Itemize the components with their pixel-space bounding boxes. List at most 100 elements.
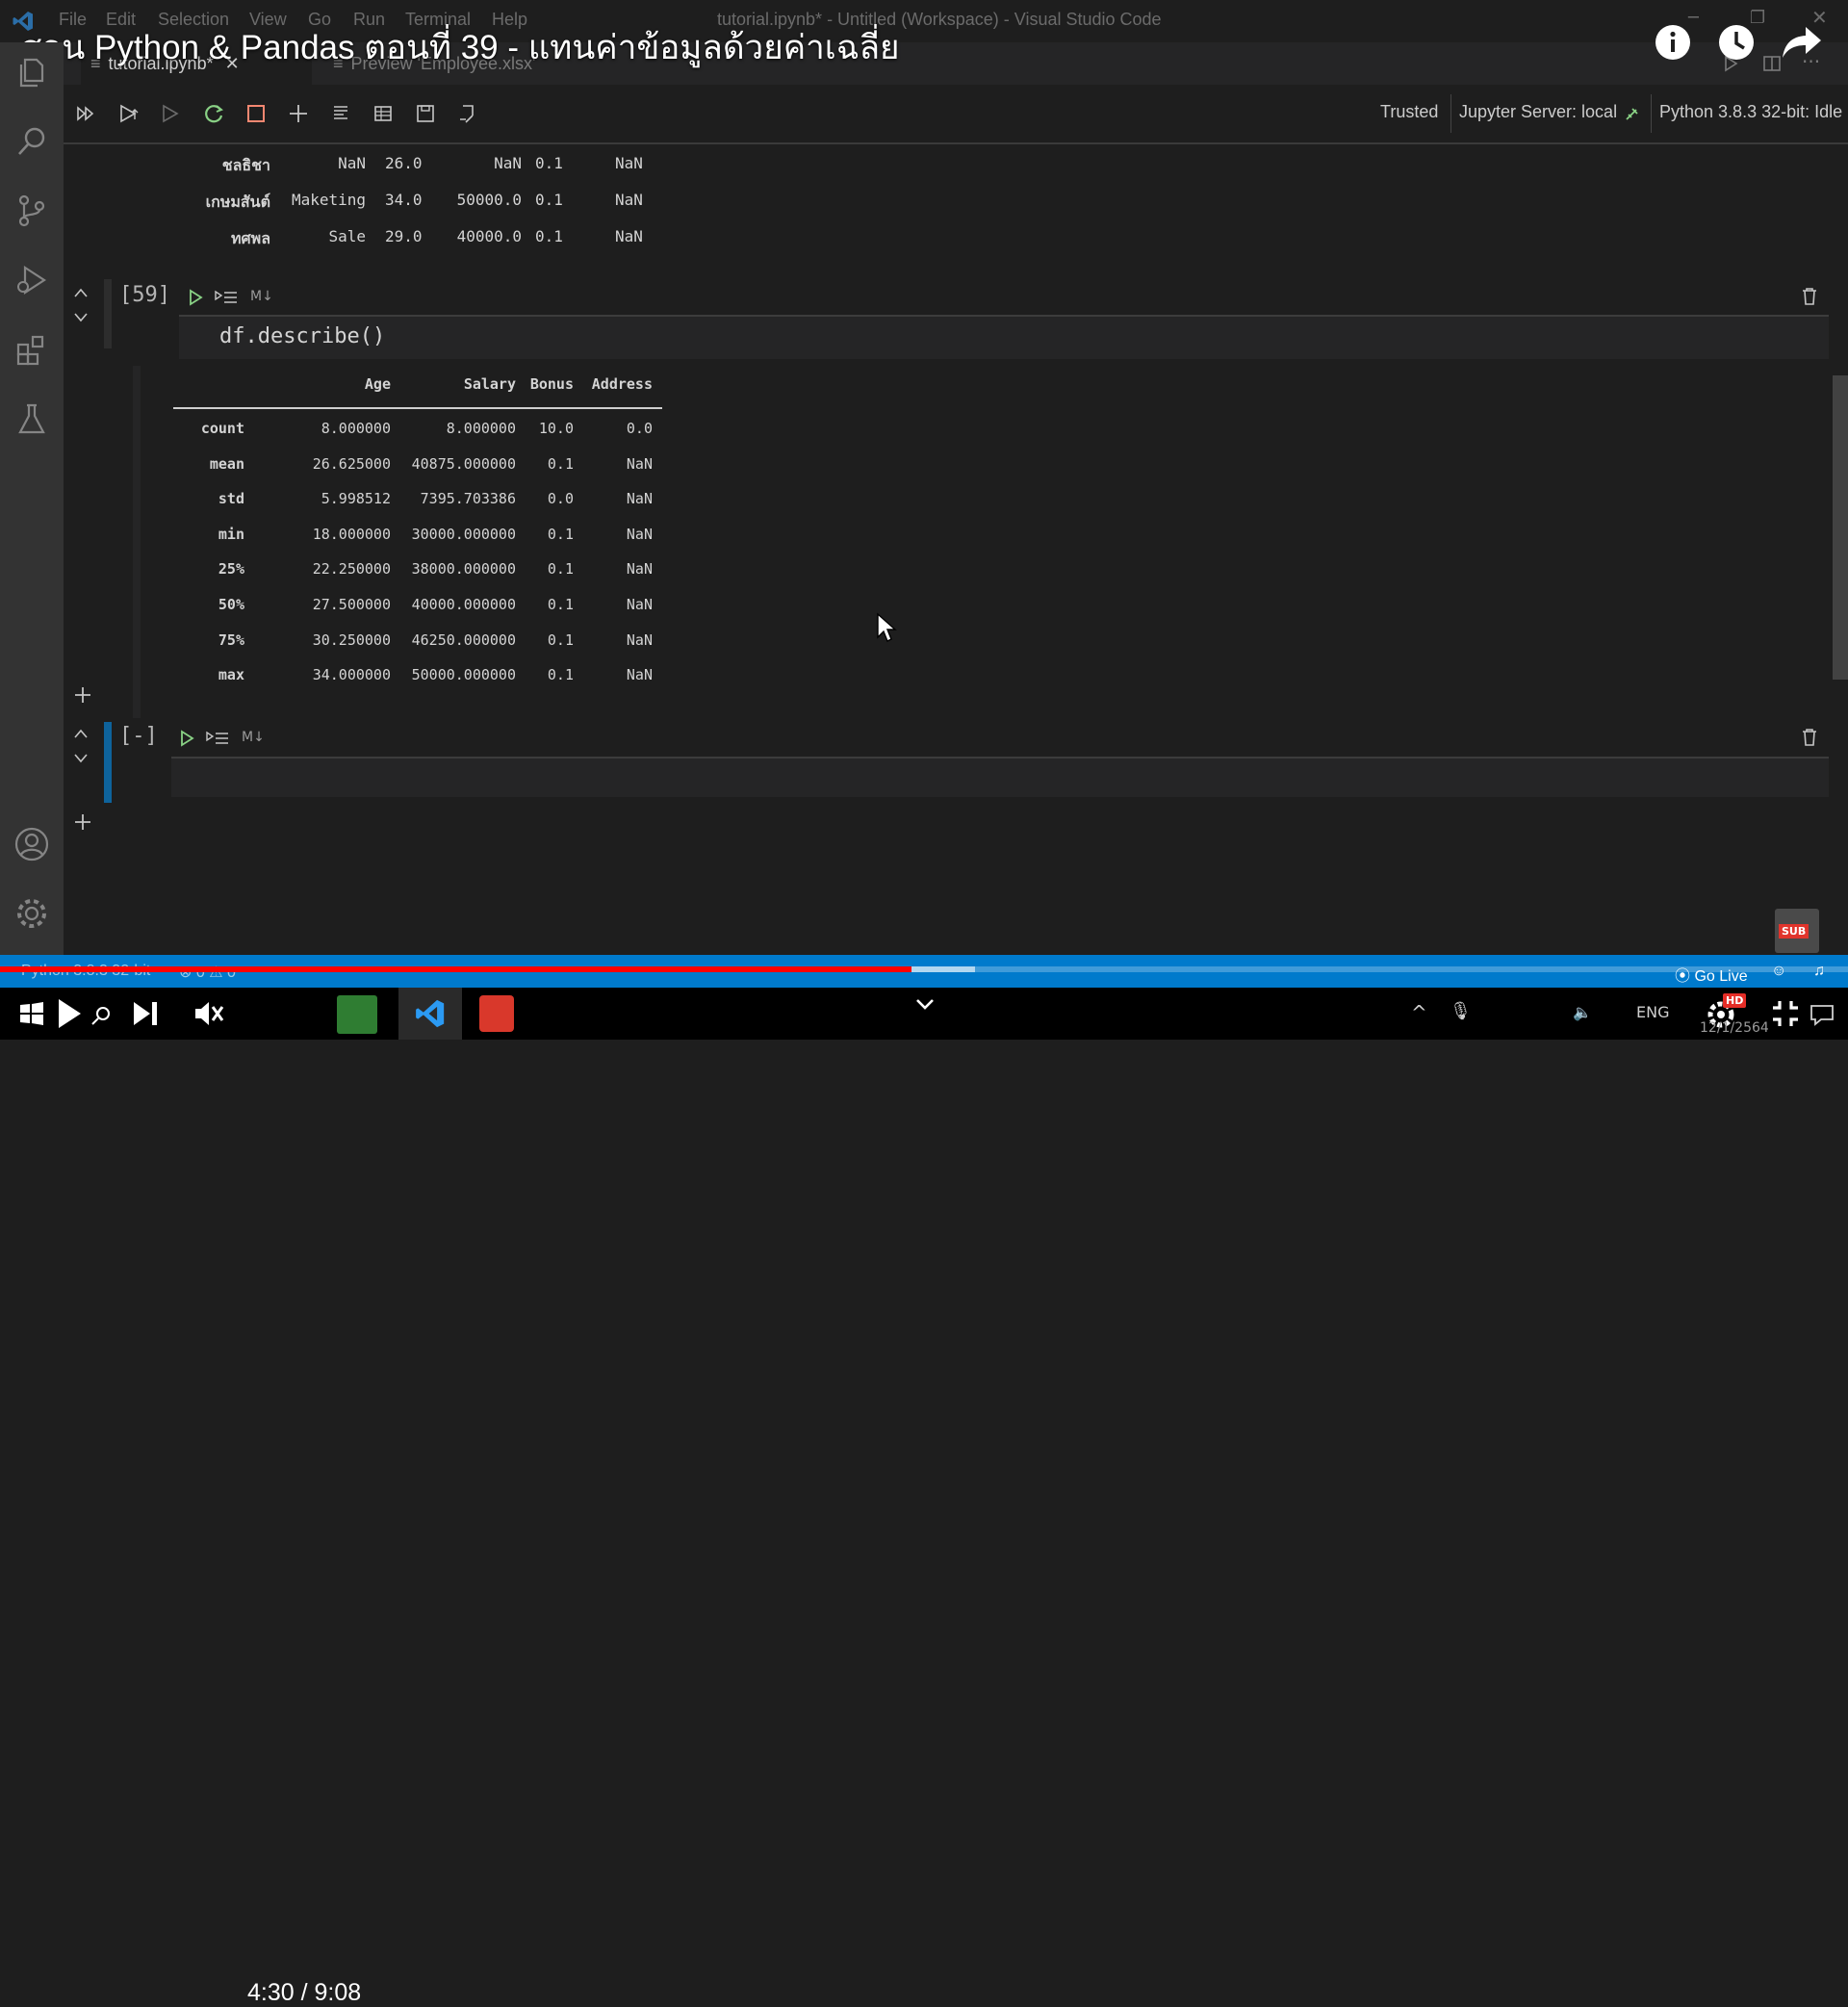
chevron-down-icon[interactable] <box>914 997 936 1011</box>
cell-address: 0.0 <box>626 420 653 437</box>
notebook-area: ชลธิชา NaN 26.0 NaN 0.1 NaN เกษมสันต์ Ma… <box>64 144 1848 955</box>
add-cell-plus-icon[interactable] <box>73 685 92 705</box>
column-header: Age <box>364 375 391 393</box>
account-icon[interactable] <box>13 826 50 862</box>
windows-start-icon[interactable] <box>19 1001 44 1026</box>
cell-bonus: 0.1 <box>535 154 563 172</box>
code-editor[interactable]: df.describe() <box>179 317 1829 359</box>
markdown-toggle[interactable]: M↓ <box>250 289 273 304</box>
taskbar-app-vscode[interactable] <box>398 988 462 1040</box>
video-progress-buffered <box>911 966 975 972</box>
code-cell-empty[interactable]: [-] M↓ <box>64 722 1848 803</box>
run-below-icon[interactable] <box>158 100 185 127</box>
cell-address: NaN <box>626 490 653 508</box>
save-icon[interactable] <box>412 100 439 127</box>
describe-row: count 8.000000 8.000000 10.0 0.0 <box>160 420 660 447</box>
markdown-toggle[interactable]: M↓ <box>242 730 265 745</box>
problems-status[interactable]: ⊗ 0 ⚠ 0 <box>179 963 236 982</box>
run-by-line-icon[interactable] <box>215 289 238 306</box>
cell-bonus: 0.1 <box>547 596 574 613</box>
describe-row: max 34.000000 50000.000000 0.1 NaN <box>160 666 660 693</box>
taskbar-search-icon[interactable] <box>90 1005 112 1026</box>
play-icon[interactable] <box>56 997 83 1030</box>
cell-age: 8.000000 <box>321 420 391 437</box>
move-up-icon[interactable] <box>73 287 89 298</box>
cell-age: 34.0 <box>385 191 423 209</box>
run-by-line-icon[interactable] <box>206 730 229 747</box>
export-icon[interactable] <box>454 100 481 127</box>
restart-kernel-icon[interactable] <box>200 100 227 127</box>
speaker-muted-icon[interactable]: 🔈 <box>1573 1003 1592 1021</box>
column-header: Bonus <box>529 375 574 393</box>
jupyter-server-label[interactable]: Jupyter Server: local <box>1459 102 1617 122</box>
vscode-taskbar-icon <box>416 999 445 1028</box>
settings-gear-icon[interactable] <box>13 895 50 932</box>
subscribe-badge[interactable]: SUB <box>1775 909 1819 953</box>
delete-cell-icon[interactable] <box>1801 287 1818 306</box>
cell-salary: 40000.0 <box>456 227 522 245</box>
clear-outputs-icon[interactable] <box>327 100 354 127</box>
describe-row: 50% 27.500000 40000.000000 0.1 NaN <box>160 596 660 623</box>
code-editor[interactable] <box>171 759 1829 797</box>
row-stat-label: max <box>218 666 244 684</box>
add-cell-plus-icon[interactable] <box>73 812 92 832</box>
run-cell-icon[interactable] <box>179 730 194 747</box>
cell-bonus: 0.1 <box>547 630 574 649</box>
microphone-icon[interactable]: 🎙 <box>1450 1001 1472 1021</box>
cell-bonus: 10.0 <box>538 420 574 437</box>
testing-icon[interactable] <box>13 400 50 437</box>
toolbar-divider <box>1651 94 1652 133</box>
code-line: df.describe() <box>219 324 386 348</box>
exit-fullscreen-icon[interactable] <box>1771 999 1800 1028</box>
cell-gutter-selected <box>104 722 112 803</box>
extensions-icon[interactable] <box>13 331 50 368</box>
search-icon[interactable] <box>13 123 50 160</box>
source-control-icon[interactable] <box>13 193 50 229</box>
info-icon[interactable] <box>1654 23 1692 62</box>
kernel-label[interactable]: Python 3.8.3 32-bit: Idle <box>1659 102 1842 122</box>
tray-overflow-icon[interactable]: ^ <box>1411 1001 1427 1024</box>
share-icon[interactable] <box>1781 23 1823 62</box>
add-cell-icon[interactable] <box>285 100 312 127</box>
interrupt-kernel-icon[interactable] <box>243 100 270 127</box>
trusted-label[interactable]: Trusted <box>1380 102 1438 122</box>
move-down-icon[interactable] <box>73 312 89 323</box>
taskbar-app-recorder[interactable] <box>479 995 514 1032</box>
cell-age: 30.250000 <box>312 630 391 649</box>
watch-later-icon[interactable] <box>1717 23 1756 62</box>
cell-salary: 38000.000000 <box>411 560 516 579</box>
language-indicator[interactable]: ENG <box>1636 1003 1669 1021</box>
row-index: ชลธิชา <box>221 156 270 174</box>
move-up-icon[interactable] <box>73 728 89 739</box>
video-title: สอน Python & Pandas ตอนที่ 39 - แทนค่าข้… <box>21 29 900 66</box>
cell-salary: 30000.000000 <box>411 525 516 543</box>
cell-address: NaN <box>626 560 653 579</box>
taskbar-app-excel[interactable] <box>337 995 377 1034</box>
notification-center-icon[interactable] <box>1810 1003 1835 1026</box>
notebook-toolbar: Trusted Jupyter Server: local Python 3.8… <box>64 85 1848 144</box>
run-debug-icon[interactable] <box>13 262 50 298</box>
cell-salary: 50000.0 <box>456 191 522 209</box>
run-cell-icon[interactable] <box>188 289 203 306</box>
mute-volume-icon[interactable] <box>192 999 225 1028</box>
cell-address: NaN <box>626 596 653 613</box>
execution-count: [-] <box>119 724 158 748</box>
move-down-icon[interactable] <box>73 753 89 764</box>
cell-age: 27.500000 <box>312 596 391 613</box>
next-video-icon[interactable] <box>131 999 162 1028</box>
run-all-cells-icon[interactable] <box>73 100 100 127</box>
delete-cell-icon[interactable] <box>1801 728 1818 747</box>
run-above-icon[interactable] <box>116 100 142 127</box>
cell-gutter <box>104 279 112 348</box>
variables-icon[interactable] <box>370 100 397 127</box>
explorer-icon[interactable] <box>13 54 50 90</box>
cell-address: NaN <box>626 525 653 543</box>
mouse-cursor-icon <box>877 612 897 642</box>
video-time: 4:30 / 9:08 <box>247 1979 362 2006</box>
split-editor-icon[interactable] <box>1762 54 1782 73</box>
cell-bonus: 0.1 <box>547 560 574 579</box>
cell-salary: 50000.000000 <box>411 666 516 684</box>
cell-bonus: 0.1 <box>535 227 563 245</box>
output-gutter <box>133 366 141 718</box>
vertical-scrollbar[interactable] <box>1833 375 1848 680</box>
